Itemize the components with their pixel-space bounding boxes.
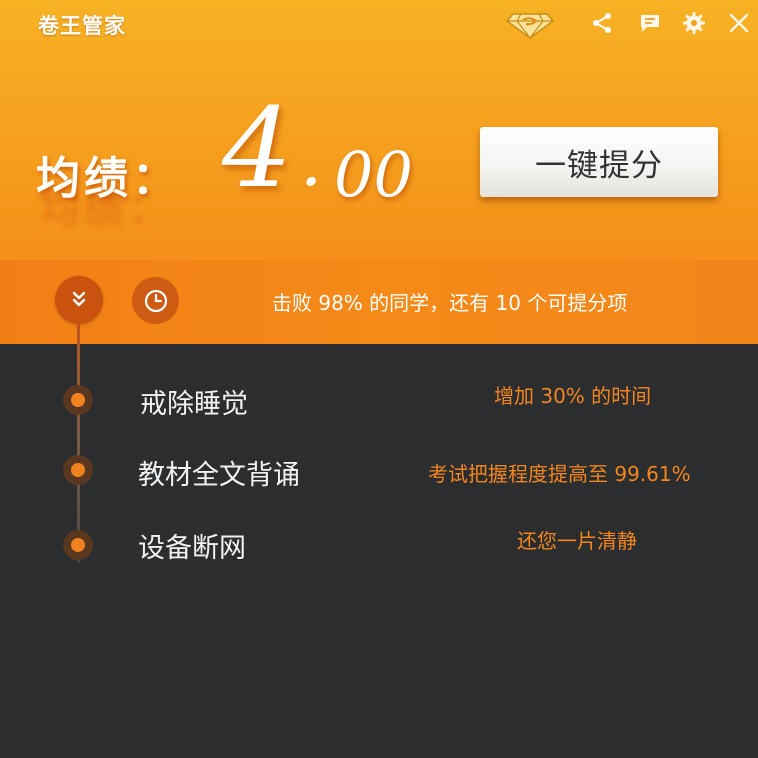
timeline-dot xyxy=(63,530,93,560)
score-decimal: 00 xyxy=(334,138,413,211)
timeline-dot xyxy=(63,385,93,415)
score-integer: 4 xyxy=(222,84,292,212)
clock-icon xyxy=(144,289,167,312)
collapse-toggle[interactable] xyxy=(55,276,103,324)
message-icon[interactable] xyxy=(638,11,662,35)
item-label-sleep[interactable]: 戒除睡觉 xyxy=(140,382,248,421)
timeline-dot xyxy=(63,455,93,485)
close-icon[interactable] xyxy=(727,11,751,35)
item-effect-sleep: 增加 30% 的时间 xyxy=(494,384,652,408)
gear-icon[interactable] xyxy=(682,11,706,35)
status-text: 击败 98% 的同学，还有 10 个可提分项 xyxy=(272,291,628,315)
score-decimal-point: . xyxy=(300,120,323,202)
item-effect-offline: 还您一片清静 xyxy=(517,529,637,553)
share-icon[interactable] xyxy=(590,11,614,35)
timeline-line xyxy=(77,322,80,562)
history-button[interactable] xyxy=(132,277,179,324)
diamond-icon[interactable] xyxy=(505,8,555,40)
score-label: 均绩： xyxy=(36,153,180,204)
boost-score-button[interactable]: 一键提分 xyxy=(480,127,718,197)
app-title: 卷王管家 xyxy=(38,14,126,38)
item-label-offline[interactable]: 设备断网 xyxy=(138,526,246,565)
item-effect-recite: 考试把握程度提高至 99.61% xyxy=(428,462,691,486)
item-label-recite[interactable]: 教材全文背诵 xyxy=(138,453,300,492)
chevron-double-down-icon xyxy=(72,291,86,307)
